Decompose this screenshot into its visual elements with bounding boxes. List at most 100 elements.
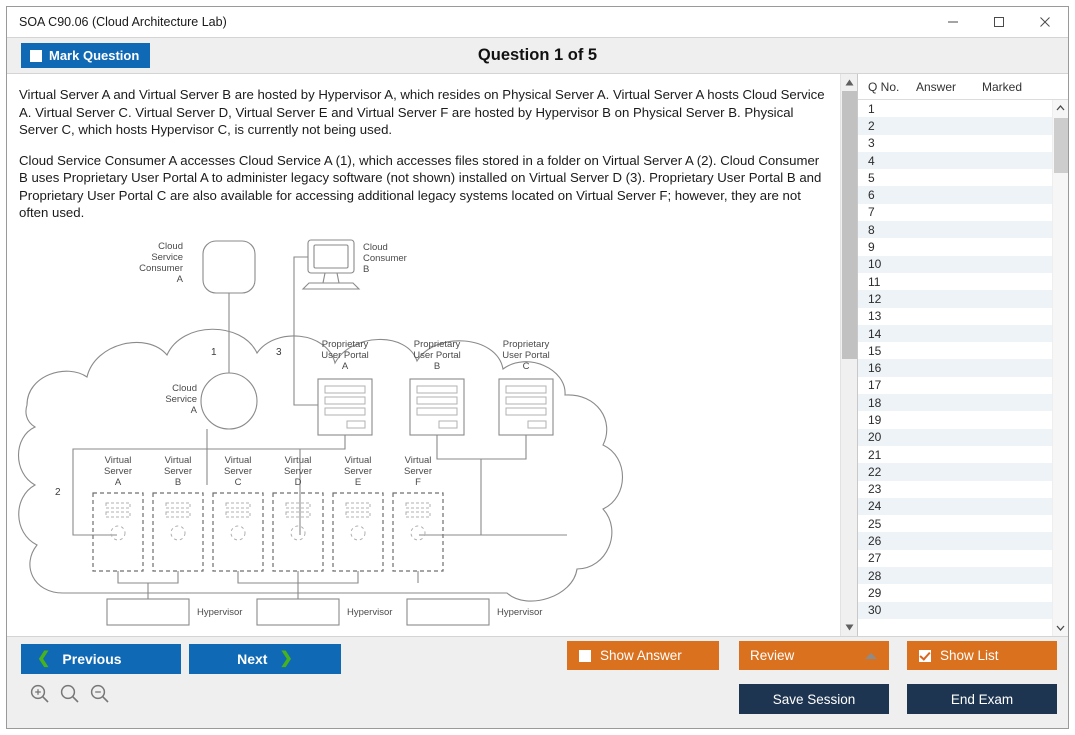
question-scroll-thumb[interactable] [842, 91, 857, 359]
list-scroll-up-icon[interactable] [1053, 100, 1069, 116]
label-service-a-line1: Cloud [172, 383, 197, 394]
table-row[interactable]: 1 [858, 100, 1052, 117]
table-row[interactable]: 16 [858, 359, 1052, 376]
label-vs-d-3: D [295, 477, 302, 488]
node-virtual-server-d [273, 493, 323, 571]
table-row[interactable]: 19 [858, 411, 1052, 428]
list-scroll-track[interactable] [1053, 116, 1069, 620]
maximize-icon[interactable] [976, 7, 1022, 37]
label-vs-f-1: Virtual [405, 455, 432, 466]
show-list-checkbox-icon[interactable] [919, 650, 931, 662]
diagram-svg: Cloud Service Consumer A Cloud Consumer … [7, 235, 827, 627]
label-service-a-line2: Service [165, 394, 197, 405]
label-portal-b-line3: B [434, 361, 440, 372]
label-vs-d-2: Server [284, 466, 312, 477]
label-vs-d-1: Virtual [285, 455, 312, 466]
question-scroll-track[interactable] [841, 91, 858, 619]
table-row[interactable]: 9 [858, 238, 1052, 255]
mark-question-checkbox-icon[interactable] [30, 50, 42, 62]
cell-qno: 3 [858, 136, 916, 150]
node-cloud-service-a [201, 373, 257, 429]
table-row[interactable]: 7 [858, 204, 1052, 221]
cell-qno: 9 [858, 240, 916, 254]
save-session-button[interactable]: Save Session [739, 684, 889, 714]
mark-question-button[interactable]: Mark Question [21, 43, 150, 68]
table-row[interactable]: 21 [858, 446, 1052, 463]
scroll-up-icon[interactable] [841, 74, 858, 91]
table-row[interactable]: 12 [858, 290, 1052, 307]
cell-qno: 15 [858, 344, 916, 358]
end-exam-button[interactable]: End Exam [907, 684, 1057, 714]
node-portal-b [410, 379, 464, 435]
list-scroll-down-icon[interactable] [1053, 620, 1069, 636]
window-title: SOA C90.06 (Cloud Architecture Lab) [7, 15, 227, 29]
cell-qno: 1 [858, 102, 916, 116]
previous-label: Previous [62, 651, 121, 667]
label-hypervisor-a: Hypervisor [197, 607, 242, 618]
table-row[interactable]: 13 [858, 308, 1052, 325]
cell-qno: 14 [858, 327, 916, 341]
window-controls [930, 7, 1068, 37]
hypervisor-group: Hypervisor Hypervisor Hypervisor [107, 599, 542, 625]
table-row[interactable]: 28 [858, 567, 1052, 584]
chevron-left-icon: ❮ [37, 651, 50, 667]
cell-qno: 19 [858, 413, 916, 427]
table-row[interactable]: 24 [858, 498, 1052, 515]
label-portal-a-line1: Proprietary [322, 339, 369, 350]
table-row[interactable]: 14 [858, 325, 1052, 342]
label-vs-f-3: F [415, 477, 421, 488]
zoom-reset-icon[interactable] [59, 683, 81, 710]
label-hypervisor-c: Hypervisor [497, 607, 542, 618]
show-answer-checkbox-icon[interactable] [579, 650, 591, 662]
zoom-in-icon[interactable] [29, 683, 51, 710]
show-list-button[interactable]: Show List [907, 641, 1057, 670]
virtual-server-group: Virtual Server A Virtual Server B [93, 455, 567, 571]
table-row[interactable]: 17 [858, 377, 1052, 394]
node-virtual-server-c [213, 493, 263, 571]
table-row[interactable]: 6 [858, 186, 1052, 203]
question-list-scrollbar[interactable] [1052, 100, 1068, 636]
table-row[interactable]: 8 [858, 221, 1052, 238]
list-scroll-thumb[interactable] [1054, 118, 1068, 173]
label-consumer-a-line2: Service [151, 252, 183, 263]
table-row[interactable]: 15 [858, 342, 1052, 359]
previous-button[interactable]: ❮ Previous [21, 644, 181, 674]
node-cloud-consumer-b [303, 240, 359, 289]
table-row[interactable]: 10 [858, 256, 1052, 273]
review-dropdown-button[interactable]: Review [739, 641, 889, 670]
cell-qno: 24 [858, 499, 916, 513]
next-button[interactable]: Next ❯ [189, 644, 341, 674]
node-virtual-server-b [153, 493, 203, 571]
close-icon[interactable] [1022, 7, 1068, 37]
label-vs-c-1: Virtual [225, 455, 252, 466]
table-row[interactable]: 27 [858, 550, 1052, 567]
table-row[interactable]: 11 [858, 273, 1052, 290]
table-row[interactable]: 3 [858, 135, 1052, 152]
table-row[interactable]: 30 [858, 602, 1052, 619]
node-cloud-service-consumer-a [203, 241, 255, 293]
chevron-up-icon [865, 653, 877, 659]
table-row[interactable]: 4 [858, 152, 1052, 169]
scroll-down-icon[interactable] [841, 619, 858, 636]
table-row[interactable]: 18 [858, 394, 1052, 411]
table-row[interactable]: 2 [858, 117, 1052, 134]
question-list-body: 1234567891011121314151617181920212223242… [858, 100, 1068, 636]
table-row[interactable]: 20 [858, 429, 1052, 446]
column-header-marked: Marked [982, 80, 1052, 94]
question-scrollbar[interactable] [840, 74, 857, 636]
show-answer-button[interactable]: Show Answer [567, 641, 719, 670]
question-list-rows[interactable]: 1234567891011121314151617181920212223242… [858, 100, 1052, 636]
table-row[interactable]: 29 [858, 584, 1052, 601]
label-hypervisor-b: Hypervisor [347, 607, 392, 618]
table-row[interactable]: 26 [858, 532, 1052, 549]
table-row[interactable]: 23 [858, 481, 1052, 498]
connector-number-2: 2 [55, 487, 61, 498]
label-consumer-a-line4: A [177, 274, 184, 285]
table-row[interactable]: 25 [858, 515, 1052, 532]
minimize-icon[interactable] [930, 7, 976, 37]
zoom-out-icon[interactable] [89, 683, 111, 710]
table-row[interactable]: 5 [858, 169, 1052, 186]
cell-qno: 7 [858, 205, 916, 219]
table-row[interactable]: 22 [858, 463, 1052, 480]
cell-qno: 6 [858, 188, 916, 202]
